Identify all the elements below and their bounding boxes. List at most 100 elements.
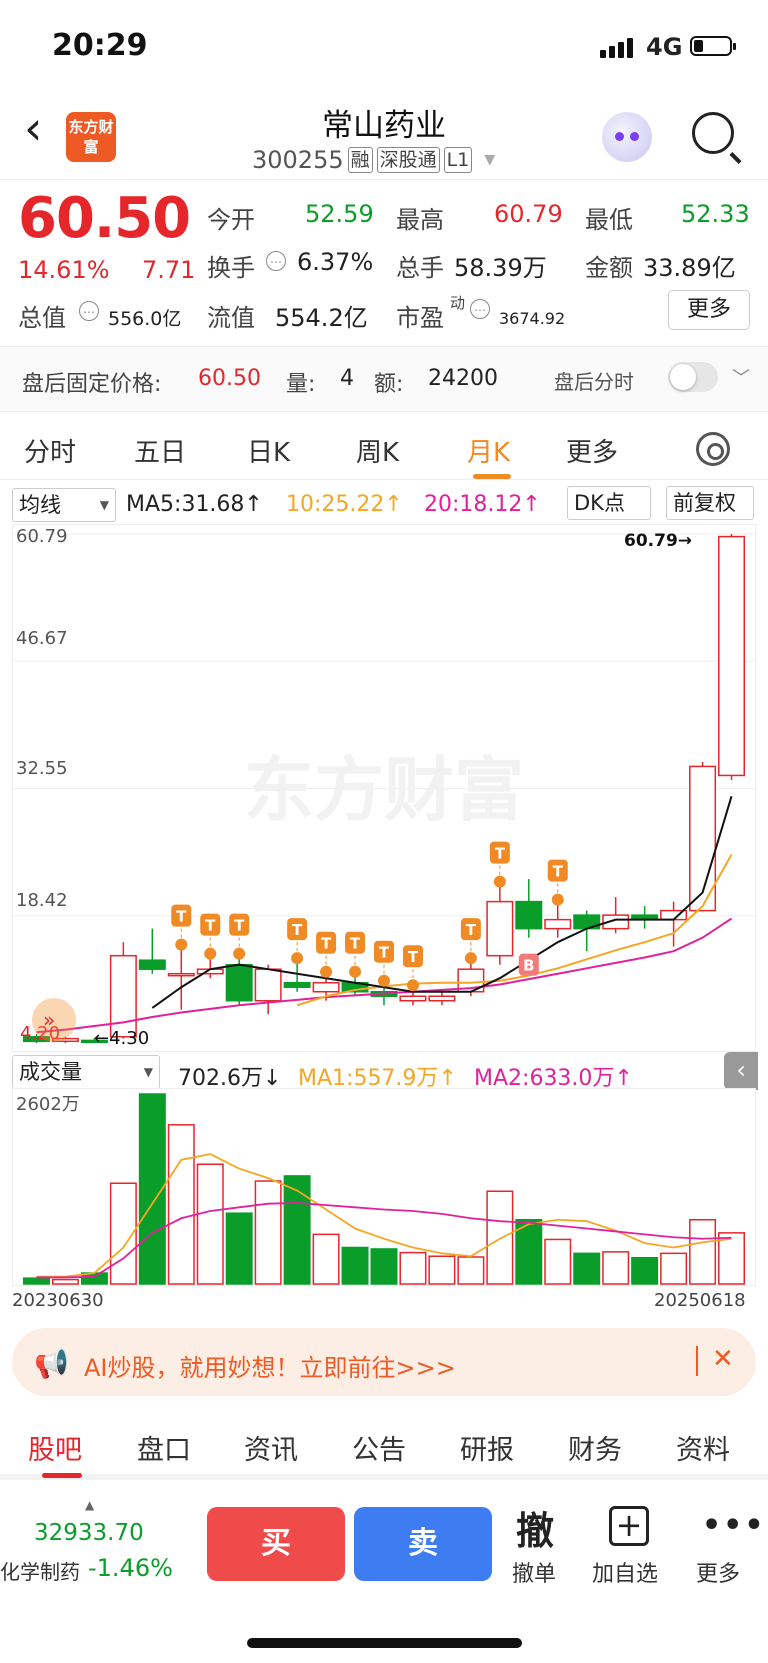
candle-body bbox=[109, 954, 137, 1038]
volume-chart[interactable]: 2602万 bbox=[12, 1088, 756, 1286]
volume-bar bbox=[689, 1218, 717, 1285]
t-mark-dot bbox=[493, 875, 506, 888]
footer-more-label[interactable]: 更多 bbox=[696, 1556, 740, 1588]
candle-body bbox=[428, 995, 456, 1002]
pe-superscript: 动 bbox=[450, 294, 466, 312]
ma10-label: 10:25.22↑ bbox=[286, 492, 403, 517]
change-amount: 7.71 bbox=[142, 256, 196, 284]
volume-bar bbox=[428, 1255, 456, 1285]
t-mark-text: T bbox=[495, 845, 506, 863]
volume-bar bbox=[602, 1251, 630, 1285]
index-change[interactable]: -1.46% bbox=[88, 1554, 173, 1582]
tab-news[interactable]: 资讯 bbox=[244, 1428, 298, 1467]
close-icon[interactable]: ✕ bbox=[712, 1344, 734, 1374]
chevron-down-icon[interactable]: ﹀ bbox=[732, 364, 750, 390]
high-mark-label: 60.79→ bbox=[624, 531, 692, 551]
y-label-top: 60.79 bbox=[16, 526, 68, 547]
t-mark-text: T bbox=[234, 917, 245, 935]
open-label: 今开 bbox=[207, 206, 255, 234]
sell-button[interactable]: 卖 bbox=[354, 1507, 492, 1581]
tab-monthly-k[interactable]: 月K bbox=[467, 432, 510, 469]
after-hours-vol: 4 bbox=[340, 366, 354, 391]
cancel-order-label[interactable]: 撤单 bbox=[512, 1556, 556, 1588]
volume-bar bbox=[457, 1256, 485, 1285]
tab-research[interactable]: 研报 bbox=[460, 1428, 514, 1467]
turnover-value: 6.37% bbox=[297, 248, 374, 276]
more-dots-icon[interactable]: ••• bbox=[702, 1508, 766, 1543]
candle-body bbox=[254, 968, 282, 1002]
volume-bar bbox=[196, 1163, 224, 1285]
volume-bar bbox=[254, 1180, 282, 1285]
settings-icon[interactable] bbox=[696, 432, 730, 466]
volume-bar bbox=[370, 1248, 398, 1285]
total-mv-value: 556.0亿 bbox=[108, 308, 182, 330]
collapse-panel-icon[interactable]: ‹ bbox=[724, 1052, 758, 1090]
vol-max-label: 2602万 bbox=[16, 1094, 80, 1115]
quote-more-button[interactable]: 更多 bbox=[668, 290, 750, 330]
volume-indicator-select[interactable]: 成交量 ▼ bbox=[12, 1055, 160, 1089]
high-label: 最高 bbox=[396, 206, 444, 234]
volume-bar bbox=[631, 1256, 659, 1285]
candle-body bbox=[399, 995, 427, 1002]
ad-text[interactable]: AI炒股，就用妙想！立即前往>>> bbox=[84, 1348, 456, 1383]
after-hours-amt: 24200 bbox=[428, 366, 498, 391]
t-mark-dot bbox=[204, 947, 217, 960]
adjust-button[interactable]: 前复权 bbox=[666, 486, 754, 520]
caret-up-icon: ▲ bbox=[85, 1498, 95, 1512]
ad-divider bbox=[696, 1346, 698, 1376]
tab-five-day[interactable]: 五日 bbox=[134, 432, 186, 469]
home-indicator bbox=[247, 1638, 522, 1648]
volume-bar bbox=[167, 1124, 195, 1285]
turnover-label: 换手 bbox=[207, 254, 255, 282]
search-icon[interactable] bbox=[692, 112, 734, 154]
cancel-order-icon[interactable]: 撤 bbox=[516, 1500, 554, 1555]
t-mark-text: T bbox=[350, 935, 361, 953]
candle-body bbox=[486, 900, 514, 957]
volume-bar bbox=[573, 1252, 601, 1285]
volume-bar bbox=[283, 1175, 311, 1285]
float-mv-value: 554.2亿 bbox=[275, 304, 368, 332]
network-type: 4G bbox=[646, 33, 683, 61]
t-mark-text: T bbox=[408, 948, 419, 966]
tab-orderbook[interactable]: 盘口 bbox=[137, 1428, 191, 1467]
candlestick-chart[interactable]: 东方财富 TT T TT TT TTTTB 60.79 46.67 32.55 18.4… bbox=[12, 524, 756, 1052]
turnover-info-icon[interactable]: … bbox=[266, 251, 286, 271]
ma-indicator-select[interactable]: 均线 ▼ bbox=[12, 488, 116, 522]
low-value: 52.33 bbox=[681, 200, 750, 228]
stock-subline[interactable]: 300255 融 深股通 L1 ▼ bbox=[252, 146, 495, 174]
index-value[interactable]: 32933.70 bbox=[34, 1520, 144, 1546]
volume-bar bbox=[51, 1278, 79, 1285]
candle-body bbox=[167, 972, 195, 977]
buy-button[interactable]: 买 bbox=[207, 1507, 345, 1581]
add-watchlist-label[interactable]: 加自选 bbox=[592, 1556, 658, 1588]
t-mark-text: T bbox=[321, 935, 332, 953]
tab-weekly-k[interactable]: 周K bbox=[356, 432, 399, 469]
candle-body bbox=[225, 963, 253, 1002]
pe-info-icon[interactable]: … bbox=[470, 299, 490, 319]
volume-bar bbox=[312, 1233, 340, 1285]
pe-label: 市盈 bbox=[396, 304, 444, 332]
tab-profile[interactable]: 资料 bbox=[676, 1428, 730, 1467]
dk-point-button[interactable]: DK点 bbox=[567, 486, 651, 520]
after-hours-toggle[interactable] bbox=[668, 362, 718, 392]
tab-forum[interactable]: 股吧 bbox=[28, 1428, 82, 1467]
y-label-3: 32.55 bbox=[16, 758, 68, 779]
tab-announcements[interactable]: 公告 bbox=[352, 1428, 406, 1467]
candle-body bbox=[515, 900, 543, 930]
tab-intraday[interactable]: 分时 bbox=[24, 432, 76, 469]
t-mark-dot bbox=[551, 893, 564, 906]
add-watchlist-icon[interactable]: + bbox=[609, 1506, 649, 1546]
tab-more[interactable]: 更多 bbox=[566, 432, 618, 469]
tab-finance[interactable]: 财务 bbox=[568, 1428, 622, 1467]
assistant-avatar[interactable] bbox=[602, 112, 652, 162]
volume-bar bbox=[399, 1251, 427, 1285]
t-mark-dot bbox=[175, 938, 188, 951]
index-name[interactable]: 化学制药 bbox=[0, 1556, 80, 1585]
total-mv-label: 总值 bbox=[18, 304, 66, 332]
low-mark-label: ←4.30 bbox=[94, 1028, 149, 1049]
megaphone-icon: 📢 bbox=[34, 1347, 69, 1380]
y-label-2: 46.67 bbox=[16, 628, 68, 649]
active-tab-indicator bbox=[473, 474, 511, 479]
tab-daily-k[interactable]: 日K bbox=[247, 432, 290, 469]
total-mv-info-icon[interactable]: … bbox=[79, 301, 99, 321]
